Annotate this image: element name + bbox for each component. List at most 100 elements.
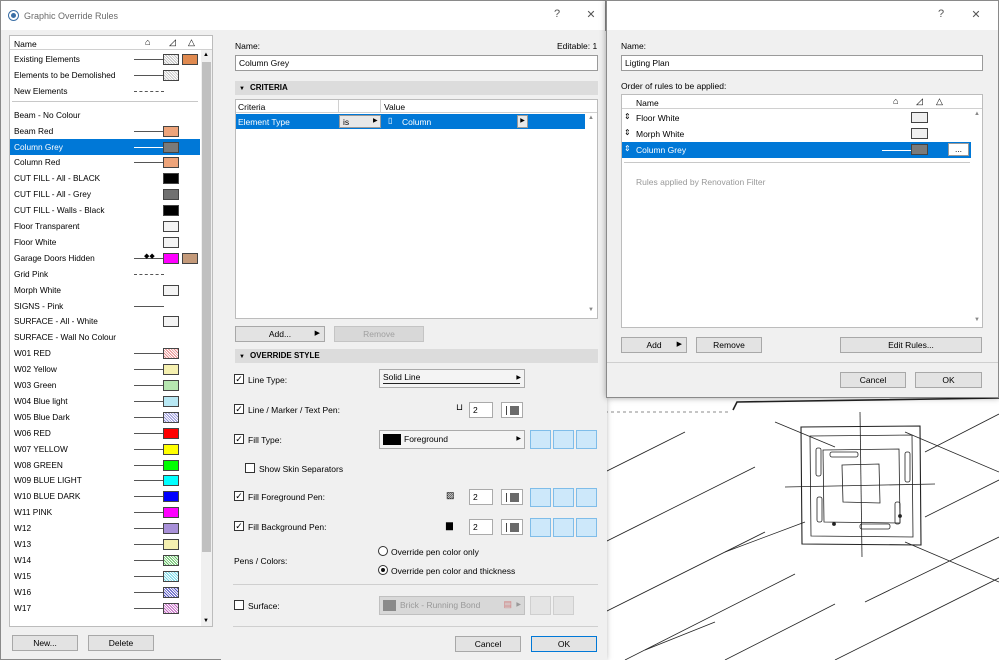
- applied-rule-item[interactable]: ⇕ Column Grey...: [622, 142, 971, 158]
- fill-foreground-pen-input[interactable]: 2: [469, 489, 493, 505]
- fill-background-pen-checkbox[interactable]: ✓: [234, 521, 244, 531]
- override-color-only-radio[interactable]: [378, 546, 388, 556]
- fill-column-icon[interactable]: ◿: [916, 96, 923, 107]
- fill-plan-view-icon[interactable]: [530, 430, 551, 449]
- new-rule-button[interactable]: New...: [12, 635, 78, 651]
- line-pen-input[interactable]: 2: [469, 402, 493, 418]
- applied-rule-item[interactable]: ⇕ Morph White: [622, 126, 971, 142]
- rule-list-item[interactable]: CUT FILL - Walls - Black: [10, 202, 200, 218]
- rule-list-item[interactable]: W14: [10, 552, 200, 568]
- rule-list-item[interactable]: W10 BLUE DARK: [10, 488, 200, 504]
- fill-section-icon[interactable]: [553, 430, 574, 449]
- operator-dropdown[interactable]: is ▶: [339, 115, 381, 128]
- value-dropdown-arrow[interactable]: ▶: [517, 115, 528, 128]
- applied-rule-item[interactable]: ⇕ Floor White: [622, 110, 971, 126]
- line-pen-checkbox[interactable]: ✓: [234, 404, 244, 414]
- close-icon[interactable]: ✕: [583, 8, 599, 21]
- rules-list-scrollbar[interactable]: ▲ ▼: [201, 50, 212, 626]
- list-scroll-down-icon[interactable]: ▼: [974, 317, 980, 323]
- add-rule-button[interactable]: Add ▶: [621, 337, 687, 353]
- surface-dropdown[interactable]: Brick - Running Bond ▤ ▶: [379, 596, 525, 615]
- close-icon[interactable]: ✕: [968, 8, 984, 21]
- surface-option-1-icon[interactable]: [530, 596, 551, 615]
- value-cell[interactable]: Column: [402, 117, 431, 127]
- override-color-thickness-radio[interactable]: [378, 565, 388, 575]
- rule-name-input[interactable]: Column Grey: [235, 55, 598, 71]
- rule-list-item[interactable]: W06 RED: [10, 425, 200, 441]
- delete-rule-button[interactable]: Delete: [88, 635, 154, 651]
- rule-list-item[interactable]: Column Grey: [10, 138, 200, 155]
- rule-list-item[interactable]: New Elements: [10, 83, 200, 99]
- rule-list-item[interactable]: SIGNS - Pink: [10, 298, 200, 314]
- rule-list-item[interactable]: Morph White: [10, 282, 200, 298]
- rule-list-item[interactable]: W12: [10, 520, 200, 536]
- rule-list-item[interactable]: Garage Doors Hidden ◆◆: [10, 250, 200, 266]
- edit-rules-button[interactable]: Edit Rules...: [840, 337, 982, 353]
- rule-list-item[interactable]: W11 PINK: [10, 504, 200, 520]
- scroll-down-icon[interactable]: ▼: [203, 618, 209, 624]
- criteria-section-header[interactable]: ▼ CRITERIA: [235, 81, 598, 95]
- scroll-up-icon[interactable]: ▲: [203, 52, 209, 58]
- bg-section-icon[interactable]: [553, 518, 574, 537]
- add-criteria-button[interactable]: Add... ▶: [235, 326, 325, 342]
- criteria-table[interactable]: Criteria Value Element Type is ▶ ▯ Colum…: [235, 99, 598, 319]
- rule-list-item[interactable]: W13: [10, 536, 200, 552]
- fill-cover-icon[interactable]: [576, 430, 597, 449]
- rule-list-item[interactable]: CUT FILL - All - BLACK: [10, 170, 200, 186]
- rule-list-item[interactable]: W16: [10, 584, 200, 600]
- rule-options-button[interactable]: ...: [948, 143, 969, 156]
- rule-list-item[interactable]: SURFACE - Wall No Colour: [10, 329, 200, 345]
- help-button[interactable]: ?: [933, 8, 949, 20]
- ok-button[interactable]: OK: [531, 636, 597, 652]
- rule-list-item[interactable]: Column Red: [10, 154, 200, 170]
- remove-criteria-button[interactable]: Remove: [334, 326, 424, 342]
- surface-option-2-icon[interactable]: [553, 596, 574, 615]
- drag-handle-icon[interactable]: ⇕: [624, 112, 631, 121]
- line-type-checkbox[interactable]: ✓: [234, 374, 244, 384]
- rule-list-item[interactable]: Elements to be Demolished: [10, 67, 200, 83]
- bg-plan-view-icon[interactable]: [530, 518, 551, 537]
- fill-foreground-pen-swatch[interactable]: [501, 489, 523, 505]
- rule-list-item[interactable]: CUT FILL - All - Grey: [10, 186, 200, 202]
- table-scroll-down-icon[interactable]: ▼: [588, 307, 594, 313]
- cancel-button[interactable]: Cancel: [840, 372, 906, 388]
- rules-list[interactable]: Name ⌂ ◿ △ Existing Elements Elements to …: [9, 35, 213, 627]
- fill-background-pen-swatch[interactable]: [501, 519, 523, 535]
- line-column-icon[interactable]: ⌂: [893, 96, 898, 106]
- rule-list-item[interactable]: W03 Green: [10, 377, 200, 393]
- list-scroll-up-icon[interactable]: ▲: [974, 111, 980, 117]
- fg-cover-icon[interactable]: [576, 488, 597, 507]
- rule-list-item[interactable]: Beam - No Colour: [10, 107, 200, 123]
- rule-list-item[interactable]: W04 Blue light: [10, 393, 200, 409]
- table-scroll-up-icon[interactable]: ▲: [588, 115, 594, 121]
- surface-column-icon[interactable]: △: [936, 96, 943, 107]
- line-column-icon[interactable]: ⌂: [145, 37, 150, 47]
- rule-list-item[interactable]: W15: [10, 568, 200, 584]
- rule-list-item[interactable]: W02 Yellow: [10, 361, 200, 377]
- fg-section-icon[interactable]: [553, 488, 574, 507]
- rule-list-item[interactable]: W05 Blue Dark: [10, 409, 200, 425]
- fill-foreground-pen-checkbox[interactable]: ✓: [234, 491, 244, 501]
- rule-list-item[interactable]: Existing Elements: [10, 51, 200, 67]
- rule-list-item[interactable]: W17: [10, 600, 200, 616]
- line-type-dropdown[interactable]: Solid Line ▶: [379, 369, 525, 388]
- fill-background-pen-input[interactable]: 2: [469, 519, 493, 535]
- rule-list-item[interactable]: W08 GREEN: [10, 457, 200, 473]
- bg-cover-icon[interactable]: [576, 518, 597, 537]
- rule-list-item[interactable]: W01 RED: [10, 345, 200, 361]
- cancel-button[interactable]: Cancel: [455, 636, 521, 652]
- scrollbar-thumb[interactable]: [202, 62, 211, 552]
- rule-list-item[interactable]: Floor White: [10, 234, 200, 250]
- fill-column-icon[interactable]: ◿: [169, 37, 176, 48]
- rule-list-item[interactable]: Grid Pink: [10, 266, 200, 282]
- rule-list-item[interactable]: W07 YELLOW: [10, 441, 200, 457]
- help-button[interactable]: ?: [549, 8, 565, 20]
- drag-handle-icon[interactable]: ⇕: [624, 128, 631, 137]
- criteria-row[interactable]: Element Type is ▶ ▯ Column ▶: [236, 114, 585, 129]
- line-pen-swatch[interactable]: [501, 402, 523, 418]
- rule-list-item[interactable]: W09 BLUE LIGHT: [10, 472, 200, 488]
- fill-type-dropdown[interactable]: Foreground ▶: [379, 430, 525, 449]
- rule-list-item[interactable]: SURFACE - All - White: [10, 313, 200, 329]
- name-column-header[interactable]: Name: [14, 39, 37, 49]
- fill-type-checkbox[interactable]: ✓: [234, 434, 244, 444]
